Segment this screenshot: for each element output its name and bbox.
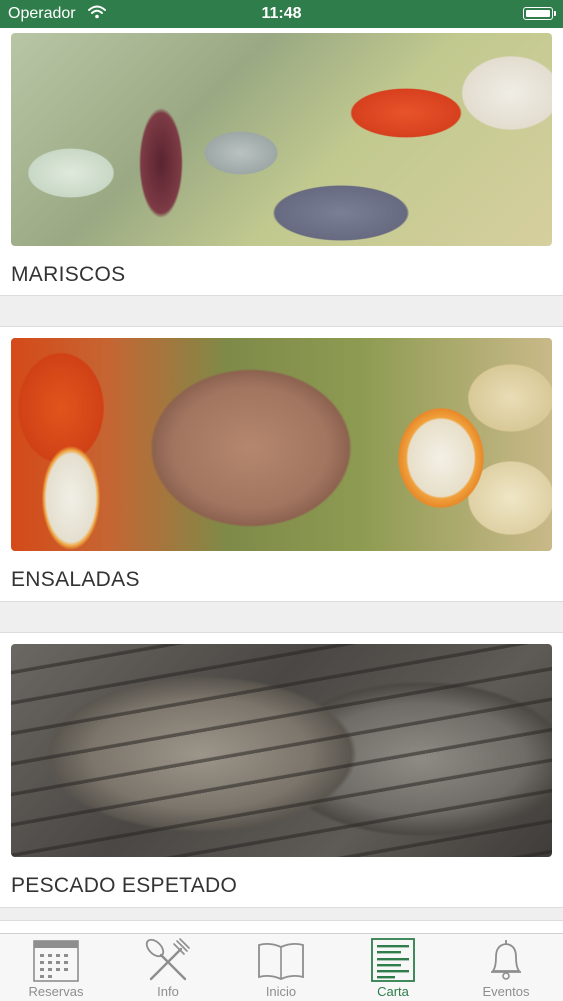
menu-card-label: MARISCOS	[11, 263, 126, 286]
menu-card-pescado-espetado[interactable]: PESCADO ESPETADO	[0, 632, 563, 908]
battery-icon	[523, 7, 556, 20]
divider	[0, 601, 563, 602]
tab-info[interactable]: Info	[112, 934, 224, 1001]
status-bar: Operador 11:48	[0, 0, 563, 28]
tab-label: Reservas	[28, 984, 84, 999]
tab-bar: Reservas Info Inicio Carta Eventos	[0, 933, 563, 1001]
mariscos-photo[interactable]	[11, 33, 552, 246]
fork-knife-icon	[143, 937, 193, 983]
book-icon	[256, 937, 306, 983]
tab-label: Carta	[377, 984, 409, 999]
divider	[0, 907, 563, 908]
menu-card-label: PESCADO ESPETADO	[11, 874, 238, 897]
ensaladas-photo[interactable]	[11, 338, 552, 551]
tab-label: Inicio	[265, 984, 297, 999]
divider	[0, 295, 563, 296]
divider	[0, 326, 563, 327]
tab-inicio[interactable]: Inicio	[225, 934, 337, 1001]
tab-carta[interactable]: Carta	[337, 934, 449, 1001]
menu-card-mariscos[interactable]: MARISCOS	[0, 28, 563, 296]
divider	[0, 920, 563, 921]
menu-card-next[interactable]	[0, 920, 563, 933]
bell-icon	[481, 937, 531, 983]
tab-reservas[interactable]: Reservas	[0, 934, 112, 1001]
tab-label: Eventos	[482, 984, 530, 999]
tab-label: Info	[157, 984, 179, 999]
calendar-icon	[31, 937, 81, 983]
pescado-espetado-photo[interactable]	[11, 644, 552, 857]
tab-eventos[interactable]: Eventos	[450, 934, 562, 1001]
clock: 11:48	[261, 5, 302, 22]
divider	[0, 632, 563, 633]
menu-card-ensaladas[interactable]: ENSALADAS	[0, 326, 563, 602]
menu-list-icon	[368, 937, 418, 983]
menu-card-label: ENSALADAS	[11, 568, 140, 591]
